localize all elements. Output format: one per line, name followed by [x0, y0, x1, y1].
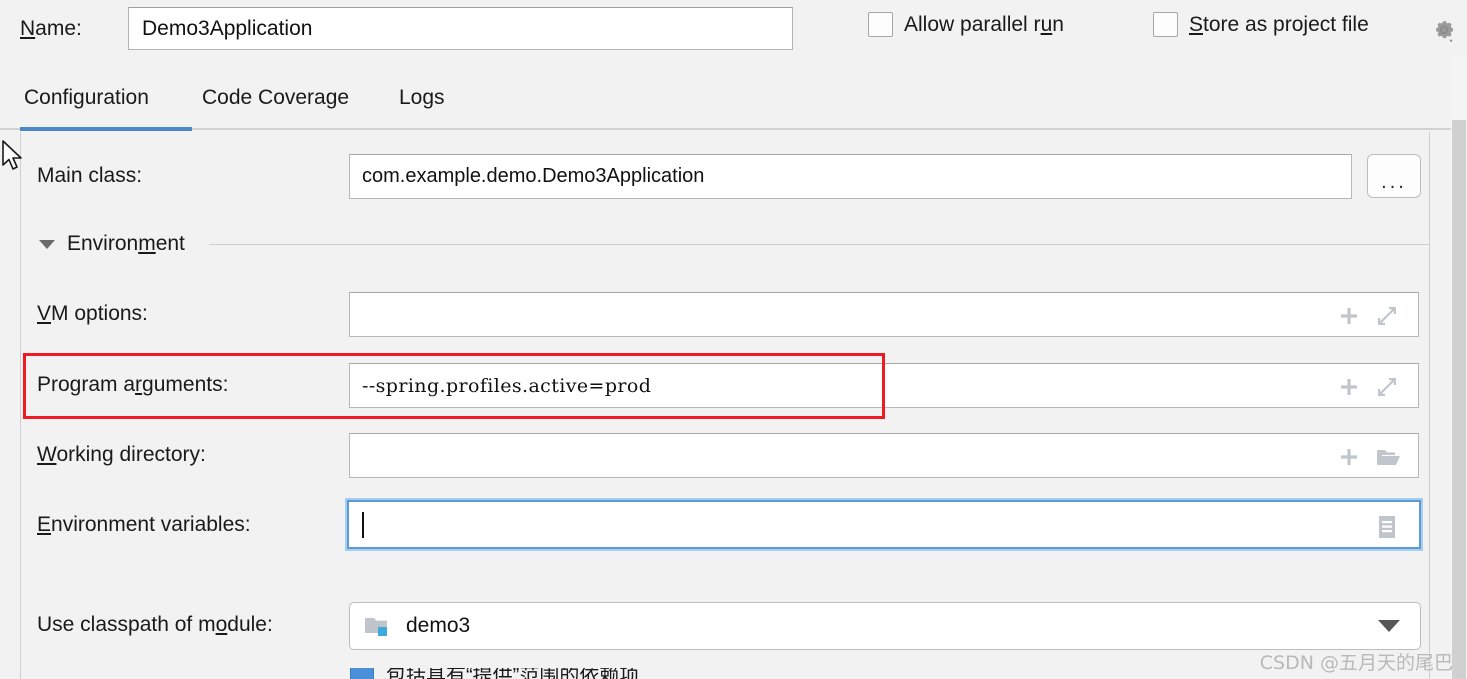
- vertical-scrollbar-thumb[interactable]: [1452, 120, 1466, 679]
- include-provided-scope-row[interactable]: 包括具有“提供”范围的依赖项: [350, 668, 639, 679]
- document-list-icon[interactable]: [1375, 514, 1399, 540]
- vm-options-input[interactable]: [349, 292, 1419, 337]
- name-input[interactable]: Demo3Application: [128, 7, 793, 50]
- gear-icon[interactable]: [1429, 16, 1459, 44]
- use-classpath-of-module-dropdown[interactable]: demo3: [349, 602, 1421, 650]
- name-label-rest: ame:: [35, 16, 82, 40]
- working-directory-input[interactable]: [349, 433, 1419, 478]
- plus-icon[interactable]: [1337, 304, 1361, 328]
- vertical-scrollbar-track[interactable]: [1451, 56, 1467, 679]
- environment-section-header[interactable]: Environment: [39, 232, 1429, 256]
- allow-parallel-run-label: Allow parallel run: [904, 12, 1064, 36]
- checkbox-box-allow-parallel-run[interactable]: [868, 12, 893, 37]
- tab-code-coverage-label: Code Coverage: [202, 86, 350, 109]
- environment-variables-input[interactable]: [347, 500, 1421, 549]
- environment-section-title: Environment: [67, 232, 185, 255]
- expand-icon[interactable]: [1375, 375, 1399, 399]
- plus-icon[interactable]: [1337, 375, 1361, 399]
- name-input-value: Demo3Application: [142, 16, 313, 40]
- program-arguments-icons: [1337, 375, 1399, 399]
- use-classpath-of-module-label: Use classpath of module:: [37, 613, 273, 636]
- program-arguments-label: Program arguments:: [37, 373, 229, 396]
- checkbox-box-store-as-project-file[interactable]: [1153, 12, 1178, 37]
- main-class-input[interactable]: com.example.demo.Demo3Application: [349, 154, 1352, 199]
- chevron-down-icon[interactable]: [39, 239, 55, 249]
- tab-active-indicator: [20, 127, 192, 131]
- use-classpath-of-module-value: demo3: [406, 614, 471, 637]
- text-caret: [362, 511, 364, 538]
- main-class-browse-button[interactable]: ...: [1367, 154, 1421, 198]
- tab-code-coverage[interactable]: Code Coverage: [202, 80, 349, 124]
- tab-logs[interactable]: Logs: [399, 80, 445, 124]
- expand-icon[interactable]: [1375, 304, 1399, 328]
- store-as-project-file-checkbox[interactable]: Store as project file: [1153, 12, 1369, 37]
- configuration-panel: Main class: com.example.demo.Demo3Applic…: [20, 132, 1430, 679]
- store-as-project-file-label: Store as project file: [1189, 12, 1369, 36]
- vm-options-label: VM options:: [37, 302, 148, 325]
- folder-icon[interactable]: [1375, 445, 1401, 469]
- tab-bar: Configuration Code Coverage Logs: [0, 80, 1455, 130]
- working-directory-label: Working directory:: [37, 443, 206, 466]
- environment-variables-icons: [1375, 514, 1399, 540]
- main-class-browse-label: ...: [1381, 171, 1407, 193]
- allow-parallel-run-checkbox[interactable]: Allow parallel run: [868, 12, 1064, 37]
- mouse-cursor: [2, 140, 24, 179]
- name-label-mnemonic: N: [20, 16, 36, 40]
- main-class-label: Main class:: [37, 164, 143, 187]
- run-configuration-dialog: Name: Demo3Application Allow parallel ru…: [0, 0, 1467, 679]
- vm-options-icons: [1337, 304, 1399, 328]
- module-folder-icon: [365, 618, 387, 636]
- program-arguments-value: --spring.profiles.active=prod: [362, 374, 652, 397]
- include-provided-scope-checkbox[interactable]: [350, 668, 374, 679]
- chevron-down-icon[interactable]: [1378, 620, 1400, 632]
- program-arguments-input[interactable]: --spring.profiles.active=prod: [349, 363, 1419, 408]
- plus-icon[interactable]: [1337, 445, 1361, 469]
- include-provided-scope-label: 包括具有“提供”范围的依赖项: [386, 668, 640, 679]
- tab-logs-label: Logs: [399, 86, 445, 109]
- section-divider: [208, 243, 1429, 245]
- working-directory-icons: [1337, 445, 1401, 469]
- name-label: Name:: [20, 17, 128, 41]
- tab-configuration-label: Configuration: [24, 86, 149, 109]
- environment-variables-label: Environment variables:: [37, 513, 251, 536]
- main-class-value: com.example.demo.Demo3Application: [362, 165, 705, 187]
- watermark: CSDN @五月天的尾巴: [1259, 652, 1453, 674]
- tab-configuration[interactable]: Configuration: [24, 80, 149, 124]
- tab-bar-divider: [0, 128, 1455, 130]
